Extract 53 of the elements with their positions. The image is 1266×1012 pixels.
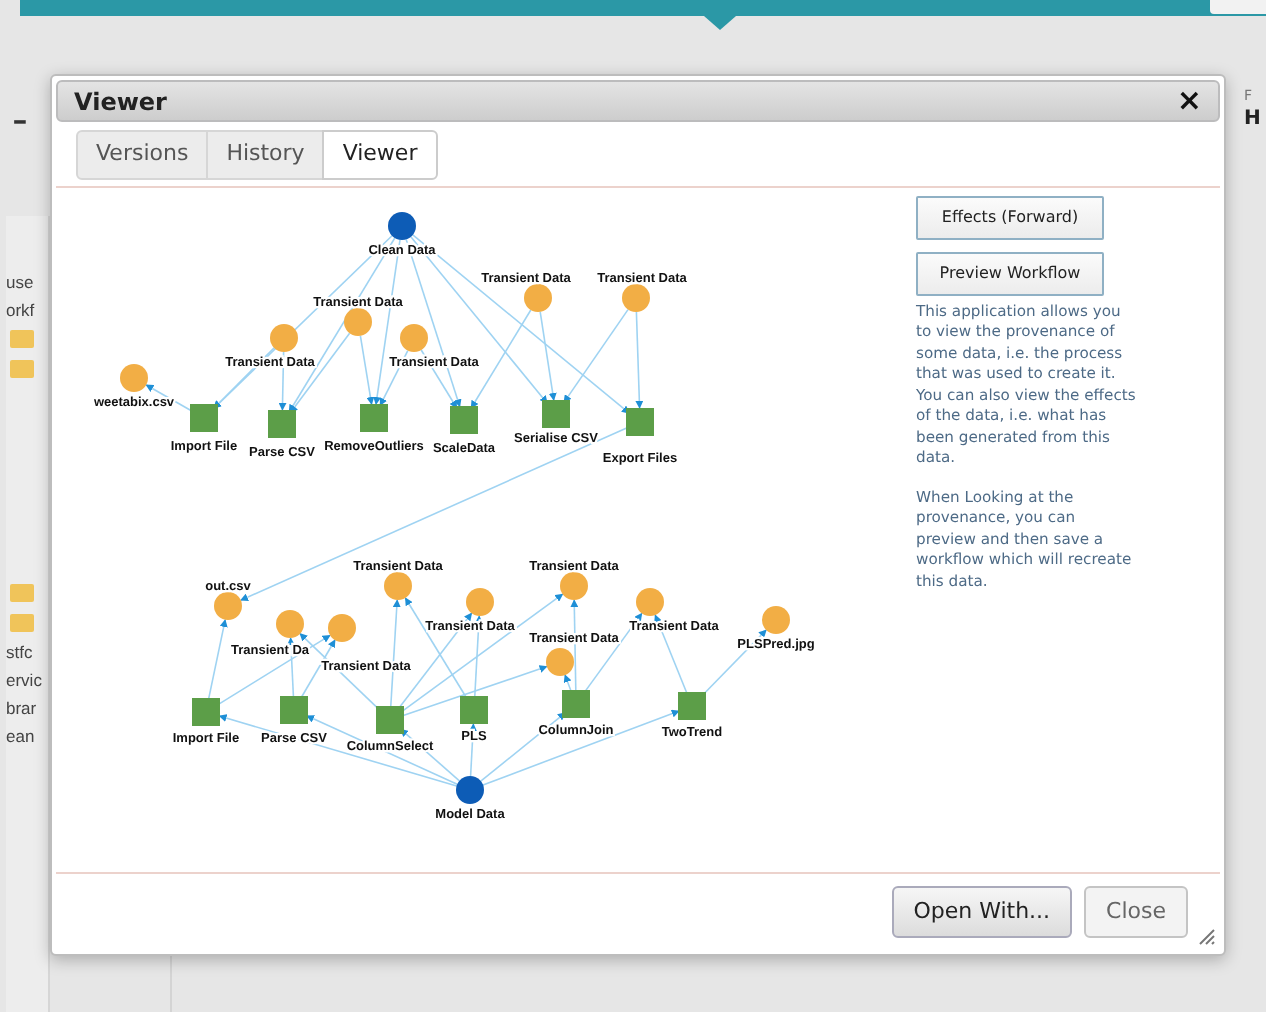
side-button[interactable]: Preview Workflow — [916, 251, 1104, 296]
circle-node[interactable] — [560, 571, 588, 600]
square-node[interactable] — [450, 405, 478, 434]
circle-node[interactable] — [388, 211, 416, 240]
folder-icon[interactable] — [10, 614, 34, 632]
tab[interactable]: Viewer — [322, 130, 438, 180]
close-button[interactable]: × — [1176, 86, 1202, 117]
square-node[interactable] — [626, 407, 654, 436]
circle-node[interactable] — [400, 323, 428, 352]
square-node[interactable] — [268, 409, 296, 438]
sidebar-item-fragment[interactable]: ean — [6, 726, 48, 748]
sidebar-item-fragment[interactable]: ervic — [6, 670, 48, 692]
circle-node[interactable] — [276, 609, 304, 638]
label-fragment: H — [1244, 108, 1261, 132]
circle-node[interactable] — [120, 363, 148, 392]
sidebar-item-fragment[interactable]: orkf — [6, 300, 48, 322]
folder-icon[interactable] — [10, 330, 34, 348]
circle-node[interactable] — [270, 323, 298, 352]
folder-icon[interactable] — [10, 584, 34, 602]
square-node[interactable] — [376, 705, 404, 734]
sidebar-item-fragment[interactable]: use — [6, 272, 48, 294]
edge-arrow — [635, 310, 644, 409]
nav-button[interactable] — [1210, 0, 1266, 14]
circle-node[interactable] — [622, 283, 650, 312]
tab[interactable]: History — [206, 130, 325, 180]
square-node[interactable] — [678, 691, 706, 720]
square-node[interactable] — [190, 403, 218, 432]
circle-node[interactable] — [466, 587, 494, 616]
circle-node[interactable] — [546, 647, 574, 676]
dialog-title: Viewer — [74, 85, 167, 120]
square-node[interactable] — [192, 697, 220, 726]
footer-button[interactable]: Close — [1084, 885, 1188, 939]
side-button[interactable]: Effects (Forward) — [916, 195, 1104, 240]
circle-node[interactable] — [214, 591, 242, 620]
circle-node[interactable] — [384, 571, 412, 600]
tab[interactable]: Versions — [76, 130, 209, 180]
square-node[interactable] — [562, 689, 590, 718]
square-node[interactable] — [542, 399, 570, 428]
circle-node[interactable] — [456, 775, 484, 804]
square-node[interactable] — [360, 403, 388, 432]
resize-grip-icon[interactable] — [1198, 928, 1216, 946]
page-heading-fragment: - — [12, 94, 28, 150]
folder-icon[interactable] — [10, 360, 34, 378]
circle-node[interactable] — [524, 283, 552, 312]
sidebar-item-fragment[interactable]: stfc — [6, 642, 48, 664]
square-node[interactable] — [460, 695, 488, 724]
square-node[interactable] — [280, 695, 308, 724]
circle-node[interactable] — [762, 605, 790, 634]
sidebar-item-fragment[interactable]: brar — [6, 698, 48, 720]
footer-button[interactable]: Open With... — [891, 885, 1073, 939]
circle-node[interactable] — [636, 587, 664, 616]
circle-node[interactable] — [328, 613, 356, 642]
circle-node[interactable] — [344, 307, 372, 336]
